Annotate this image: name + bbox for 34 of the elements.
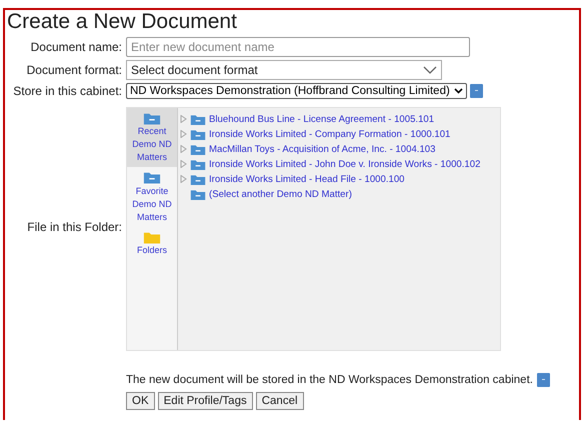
matter-link[interactable]: MacMillan Toys - Acquisition of Acme, Inc. - 1004.103 (209, 144, 436, 154)
cabinet-icon[interactable] (470, 84, 483, 98)
folder-icon (143, 111, 161, 126)
form-button[interactable]: Edit Profile/Tags (158, 392, 253, 410)
folder-icon (143, 170, 161, 185)
folder-icon (190, 142, 206, 156)
matter-link[interactable]: Ironside Works Limited - Head File - 1000.100 (209, 174, 405, 184)
matter-link[interactable]: (Select another Demo ND Matter) (209, 188, 352, 200)
field-label: Document format: (26, 63, 122, 77)
folder-icon (190, 112, 206, 126)
chevron-down-icon (423, 66, 437, 74)
cabinet-icon[interactable] (536, 373, 550, 387)
cabinet-select[interactable]: ND Workspaces Demonstration (Hoffbrand Consulting Limited) (126, 83, 467, 99)
matter-link[interactable]: Bluehound Bus Line - License Agreement - 1005.101 (209, 114, 434, 124)
form-button[interactable]: Cancel (256, 392, 304, 410)
folder-icon (190, 172, 206, 186)
info-message: The new document will be stored in the ND Workspaces Demonstration cabinet. (126, 374, 533, 386)
name-field[interactable]: Enter new document name (126, 37, 470, 57)
field-label: File in this Folder: (26, 220, 122, 234)
folder-icon (143, 230, 161, 244)
matter-link[interactable]: Ironside Works Limited - John Doe v. Ironside Works - 1000.102 (209, 158, 480, 170)
nav-item[interactable]: Favorite Demo ND Matters (127, 167, 177, 227)
form-button[interactable]: OK (126, 392, 155, 410)
matter-link[interactable]: Ironside Works Limited - Company Formation - 1000.101 (209, 128, 450, 140)
nav-item[interactable]: Folders (127, 226, 177, 260)
folder-icon (190, 188, 206, 200)
chevron-down-icon (454, 88, 463, 94)
folder-icon (190, 128, 206, 140)
folder-icon (190, 158, 206, 170)
field-label: Document name: (30, 40, 122, 54)
format-dropdown[interactable]: Select document format (126, 60, 442, 80)
page-title: Create a New Document (7, 10, 238, 34)
nav-item[interactable]: Recent Demo ND Matters (127, 108, 177, 168)
field-label: Store in this cabinet: (12, 84, 122, 98)
